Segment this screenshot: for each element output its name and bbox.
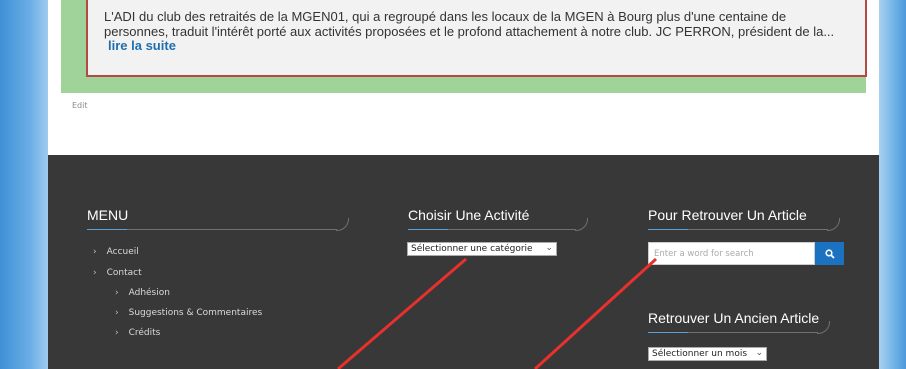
archive-title-curve (817, 321, 830, 334)
search-icon (824, 248, 835, 259)
search-button[interactable] (815, 242, 844, 265)
search-title-curve (827, 218, 840, 231)
read-more-link[interactable]: lire la suite (108, 38, 176, 53)
menu-item-accueil[interactable]: › Accueil (93, 247, 139, 257)
article-excerpt: L'ADI du club des retraités de la MGEN01… (104, 9, 844, 54)
activity-widget-title: Choisir Une Activité (408, 207, 530, 223)
chevron-right-icon: › (115, 328, 119, 338)
chevron-right-icon: › (93, 247, 97, 257)
category-select[interactable]: Sélectionner une catégorie ⌄ (407, 242, 557, 256)
archive-title-accent (648, 332, 688, 333)
menu-item-suggestions[interactable]: › Suggestions & Commentaires (115, 308, 262, 318)
menu-title-curve (336, 218, 349, 231)
footer: MENU › Accueil › Contact › Adhésion › Sugges… (48, 155, 879, 369)
search-widget-title: Pour Retrouver Un Article (648, 207, 807, 223)
search-input[interactable]: Enter a word for search (648, 242, 815, 265)
menu-title-accent (87, 229, 127, 230)
menu-item-adhesion[interactable]: › Adhésion (115, 288, 170, 298)
chevron-right-icon: › (115, 288, 119, 298)
edit-link[interactable]: Edit (72, 101, 88, 110)
chevron-down-icon: ⌄ (755, 348, 763, 358)
right-background (879, 0, 906, 369)
activity-title-accent (408, 229, 448, 230)
article-excerpt-text: L'ADI du club des retraités de la MGEN01… (104, 9, 835, 39)
month-select[interactable]: Sélectionner un mois ⌄ (648, 347, 767, 361)
page-container: L'ADI du club des retraités de la MGEN01… (48, 0, 879, 369)
article-excerpt-box: L'ADI du club des retraités de la MGEN01… (86, 0, 867, 77)
search-title-accent (648, 229, 688, 230)
archive-widget-title: Retrouver Un Ancien Article (648, 310, 820, 326)
activity-title-curve (575, 218, 588, 231)
article-band: L'ADI du club des retraités de la MGEN01… (61, 0, 867, 93)
menu-item-contact[interactable]: › Contact (93, 268, 142, 278)
chevron-down-icon: ⌄ (545, 243, 553, 253)
chevron-right-icon: › (115, 308, 119, 318)
menu-item-credits[interactable]: › Crédits (115, 328, 160, 338)
menu-widget-title: MENU (87, 207, 129, 223)
chevron-right-icon: › (93, 268, 97, 278)
